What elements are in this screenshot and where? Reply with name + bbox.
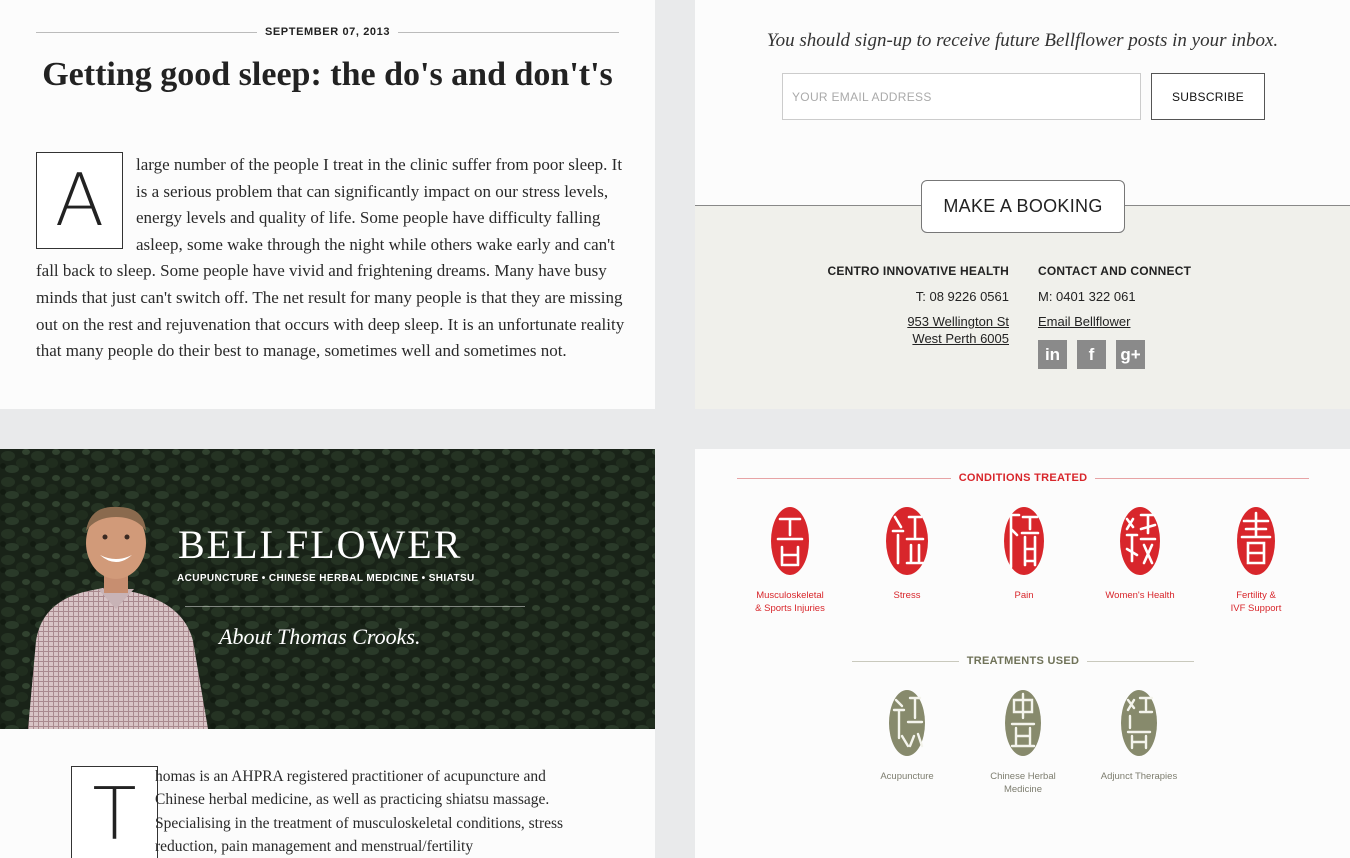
seal-herbal-medicine-icon <box>1005 690 1041 756</box>
condition-label: Stress <box>893 590 921 601</box>
divider <box>398 31 620 33</box>
date-row: SEPTEMBER 07, 2013 <box>36 24 620 40</box>
make-booking-button[interactable]: MAKE A BOOKING <box>921 180 1125 233</box>
contact-mobile: M: 0401 322 061 <box>1038 289 1136 304</box>
about-panel: BELLFLOWER ACUPUNCTURE • CHINESE HERBAL … <box>0 449 655 858</box>
seal-musculoskeletal-icon <box>771 507 809 575</box>
condition-fertility[interactable]: Fertility & IVF Support <box>1201 505 1311 615</box>
condition-musculoskeletal[interactable]: Musculoskeletal & Sports Injuries <box>735 505 845 615</box>
clinic-info: CENTRO INNOVATIVE HEALTH T: 08 9226 0561… <box>815 264 1009 347</box>
contact-info: CONTACT AND CONNECT M: 0401 322 061 Emai… <box>1038 264 1258 369</box>
brand-tagline: ACUPUNCTURE • CHINESE HERBAL MEDICINE • … <box>177 573 475 584</box>
seal-adjunct-therapies-icon <box>1121 690 1157 756</box>
condition-label: Pain <box>1014 590 1034 601</box>
clinic-phone: T: 08 9226 0561 <box>915 289 1009 304</box>
social-links: in f g+ <box>1038 340 1258 369</box>
divider <box>1087 660 1194 662</box>
seal-stress-icon <box>886 507 928 575</box>
address-link-line1[interactable]: 953 Wellington St <box>815 313 1009 330</box>
condition-womens-health[interactable]: Women's Health <box>1085 505 1195 602</box>
divider <box>36 31 257 33</box>
brand-name: BELLFLOWER <box>178 522 463 567</box>
divider <box>737 477 951 479</box>
about-body: homas is an AHPRA registered practitione… <box>155 768 564 855</box>
facebook-icon[interactable]: f <box>1077 340 1106 369</box>
treatment-herbal-medicine[interactable]: Chinese Herbal Medicine <box>968 688 1078 796</box>
condition-label: & Sports Injuries <box>755 603 825 614</box>
clinic-heading: CENTRO INNOVATIVE HEALTH <box>827 264 1009 278</box>
treatment-adjunct-therapies[interactable]: Adjunct Therapies <box>1084 688 1194 783</box>
seal-fertility-icon <box>1237 507 1275 575</box>
article-body: large number of the people I treat in th… <box>36 152 626 365</box>
linkedin-icon[interactable]: in <box>1038 340 1067 369</box>
treatment-acupuncture[interactable]: Acupuncture <box>852 688 962 783</box>
divider <box>852 660 959 662</box>
seal-acupuncture-icon <box>889 690 925 756</box>
condition-stress[interactable]: Stress <box>852 505 962 602</box>
treatments-heading-row: TREATMENTS USED <box>852 654 1194 668</box>
seal-pain-icon <box>1004 507 1044 575</box>
condition-pain[interactable]: Pain <box>969 505 1079 602</box>
condition-label: Musculoskeletal <box>756 590 824 601</box>
email-input[interactable] <box>782 73 1141 120</box>
hero-banner: BELLFLOWER ACUPUNCTURE • CHINESE HERBAL … <box>0 449 655 729</box>
post-date: SEPTEMBER 07, 2013 <box>264 26 391 38</box>
conditions-panel: CONDITIONS TREATED Musculoskeletal & Spor… <box>695 449 1350 858</box>
article-title: Getting good sleep: the do's and don't's <box>42 56 613 93</box>
treatment-label: Adjunct Therapies <box>1100 771 1178 782</box>
condition-label: Women's Health <box>1105 590 1175 601</box>
treatment-label: Acupuncture <box>880 771 934 782</box>
divider <box>1095 477 1310 479</box>
address-link-line2[interactable]: West Perth 6005 <box>815 330 1009 347</box>
googleplus-icon[interactable]: g+ <box>1116 340 1145 369</box>
hero-divider <box>185 606 525 607</box>
subscribe-button[interactable]: SUBSCRIBE <box>1151 73 1265 120</box>
drop-cap: T <box>71 766 158 858</box>
contact-heading: CONTACT AND CONNECT <box>1038 264 1192 278</box>
condition-label: Fertility & <box>1236 590 1276 601</box>
about-title: About Thomas Crooks. <box>219 624 421 649</box>
conditions-heading: CONDITIONS TREATED <box>958 472 1088 484</box>
article-panel: SEPTEMBER 07, 2013 Getting good sleep: t… <box>0 0 655 409</box>
treatment-label: Chinese Herbal <box>990 771 1056 782</box>
treatment-label: Medicine <box>1003 784 1043 795</box>
treatments-heading: TREATMENTS USED <box>966 655 1080 667</box>
conditions-heading-row: CONDITIONS TREATED <box>737 471 1310 485</box>
subscribe-panel: You should sign-up to receive future Bel… <box>695 0 1350 409</box>
condition-label: IVF Support <box>1230 603 1282 614</box>
email-link[interactable]: Email Bellflower <box>1038 313 1258 330</box>
subscribe-prompt: You should sign-up to receive future Bel… <box>766 30 1279 51</box>
seal-womens-health-icon <box>1120 507 1160 575</box>
